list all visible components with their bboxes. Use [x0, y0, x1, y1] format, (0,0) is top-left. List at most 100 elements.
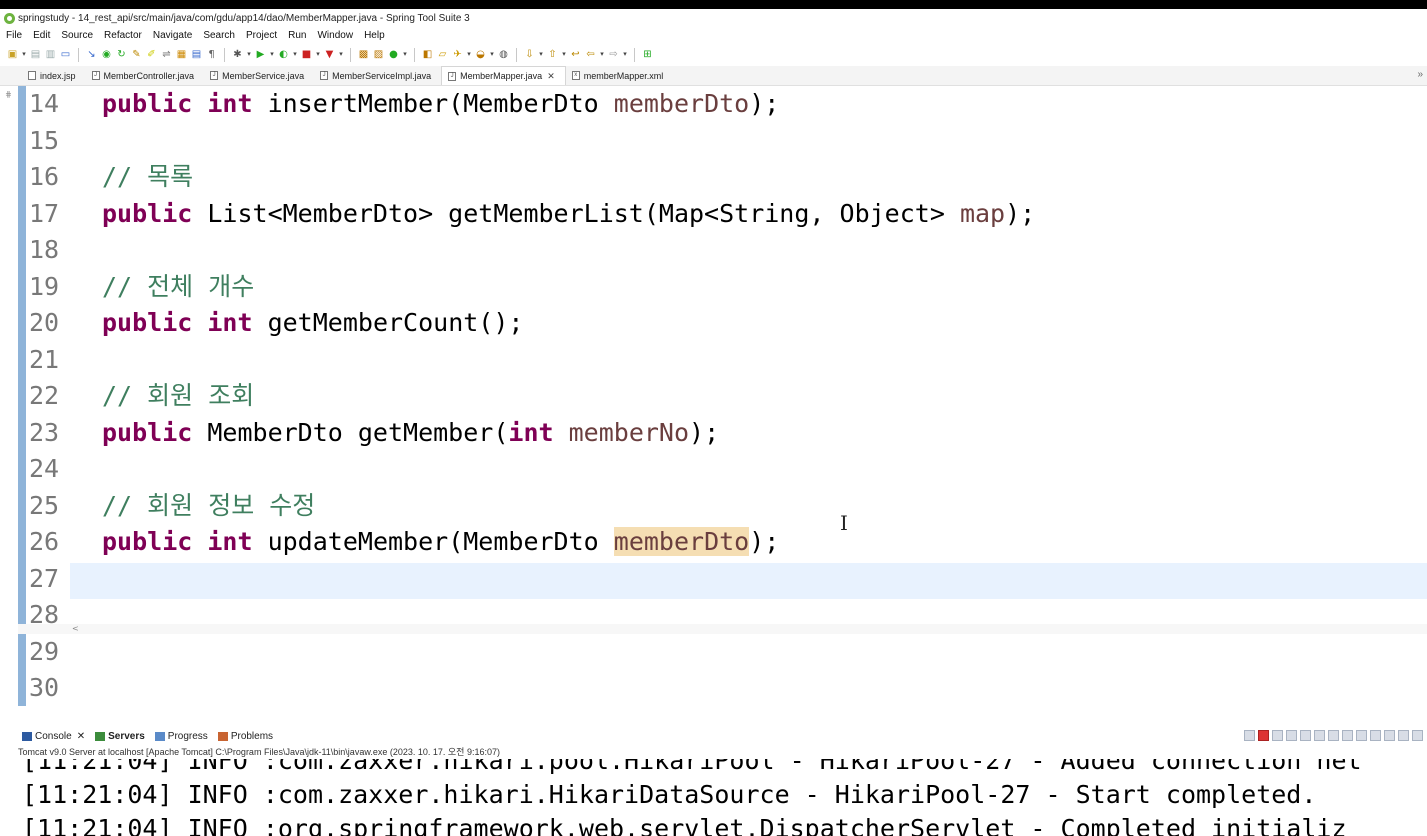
- save-all-icon[interactable]: ▥: [44, 48, 57, 61]
- scroll-lock-icon[interactable]: [1314, 730, 1325, 741]
- menu-item-project[interactable]: Project: [246, 30, 277, 41]
- jsp-file-icon: [28, 71, 36, 80]
- previous-annotation-icon[interactable]: ⇧: [546, 48, 559, 61]
- whitespace-icon[interactable]: ▤: [190, 48, 203, 61]
- minimize-icon[interactable]: [1412, 730, 1423, 741]
- code-line: 18: [0, 232, 1427, 268]
- run-dropdown-icon[interactable]: ▾: [269, 48, 275, 61]
- tab-problems[interactable]: Problems: [217, 731, 273, 742]
- new-package-icon[interactable]: ▨: [372, 48, 385, 61]
- debug-icon[interactable]: ✱: [231, 48, 244, 61]
- tabs-overflow-icon[interactable]: »: [1417, 69, 1423, 80]
- close-icon[interactable]: ✕: [547, 71, 555, 82]
- stop-dropdown-icon[interactable]: ▾: [315, 48, 321, 61]
- tab-membermapper-java[interactable]: J MemberMapper.java ✕: [441, 66, 566, 85]
- menu-item-refactor[interactable]: Refactor: [104, 30, 142, 41]
- terminate-icon[interactable]: [1258, 730, 1269, 741]
- code-token: insertMember(MemberDto: [252, 89, 614, 118]
- previous-annotation-dropdown-icon[interactable]: ▾: [561, 48, 567, 61]
- pin-icon[interactable]: ✎: [130, 48, 143, 61]
- keyword-token: public: [102, 198, 193, 228]
- keyword-token: public: [102, 417, 193, 447]
- last-edit-icon[interactable]: ↩: [569, 48, 582, 61]
- tab-index-jsp[interactable]: index.jsp: [22, 66, 86, 85]
- tab-memberserviceimpl-java[interactable]: J MemberServiceImpl.java: [314, 66, 441, 85]
- new-class-dropdown-icon[interactable]: ▾: [402, 48, 408, 61]
- title-bar: springstudy - 14_rest_api/src/main/java/…: [0, 9, 1427, 27]
- menu-item-edit[interactable]: Edit: [33, 30, 50, 41]
- open-type-icon[interactable]: ◧: [421, 48, 434, 61]
- mark-occurrences-icon[interactable]: ✐: [145, 48, 158, 61]
- close-icon[interactable]: ✕: [77, 731, 85, 742]
- new-dropdown-icon[interactable]: ▾: [21, 48, 27, 61]
- new-console-icon[interactable]: [1398, 730, 1409, 741]
- editor-horizontal-scrollbar[interactable]: <: [18, 624, 1427, 634]
- forward-icon[interactable]: ⇨: [607, 48, 620, 61]
- open-console-icon[interactable]: [1244, 730, 1255, 741]
- console-tab-bar: Console ✕ Servers Progress Problems: [18, 728, 1427, 745]
- menu-item-run[interactable]: Run: [288, 30, 306, 41]
- tab-console[interactable]: Console ✕: [22, 731, 85, 742]
- task-dropdown-icon[interactable]: ▾: [489, 48, 495, 61]
- console-output[interactable]: [11:21:04] INFO :com.zaxxer.hikari.pool.…: [0, 759, 1427, 836]
- remove-all-icon[interactable]: [1286, 730, 1297, 741]
- editor-tab-bar: index.jsp J MemberController.java J MemberSe…: [0, 66, 1427, 86]
- menu-item-navigate[interactable]: Navigate: [153, 30, 192, 41]
- word-wrap-icon[interactable]: ⇌: [160, 48, 173, 61]
- tab-progress[interactable]: Progress: [154, 731, 208, 742]
- external-dropdown-icon[interactable]: ▾: [292, 48, 298, 61]
- open-perspective-icon[interactable]: ⊞: [641, 48, 654, 61]
- debug-dropdown-icon[interactable]: ▾: [246, 48, 252, 61]
- open-folder-icon[interactable]: ▱: [436, 48, 449, 61]
- save-icon[interactable]: ▤: [29, 48, 42, 61]
- run-external-icon[interactable]: ◐: [277, 48, 290, 61]
- show-on-stderr-icon[interactable]: [1356, 730, 1367, 741]
- clear-console-icon[interactable]: [1300, 730, 1311, 741]
- scroll-left-icon[interactable]: <: [72, 624, 79, 633]
- display-console-icon[interactable]: [1384, 730, 1395, 741]
- tab-label: MemberService.java: [222, 70, 305, 81]
- print-icon[interactable]: ▭: [59, 48, 72, 61]
- run-icon[interactable]: ▶: [254, 48, 267, 61]
- tab-membermapper-xml[interactable]: x memberMapper.xml: [566, 66, 674, 85]
- new-icon[interactable]: ▣: [6, 48, 19, 61]
- menu-item-help[interactable]: Help: [364, 30, 385, 41]
- code-text: public List<MemberDto> getMemberList(Map…: [102, 196, 1035, 232]
- java-file-icon: J: [320, 71, 329, 80]
- menu-item-file[interactable]: File: [6, 30, 22, 41]
- new-class-icon[interactable]: ●: [387, 48, 400, 61]
- tab-servers[interactable]: Servers: [95, 731, 145, 742]
- code-editor[interactable]: ⋕ I 14 public int insertMember(MemberDto …: [0, 86, 1427, 710]
- deploy-icon[interactable]: ▼: [323, 48, 336, 61]
- search-dropdown-icon[interactable]: ▾: [466, 48, 472, 61]
- block-select-icon[interactable]: ▦: [175, 48, 188, 61]
- pilcrow-icon[interactable]: ¶: [205, 48, 218, 61]
- search-icon[interactable]: ✈: [451, 48, 464, 61]
- tab-membercontroller-java[interactable]: J MemberController.java: [86, 66, 205, 85]
- debug-stop-icon[interactable]: ◉: [100, 48, 113, 61]
- menu-item-source[interactable]: Source: [61, 30, 93, 41]
- word-wrap-console-icon[interactable]: [1328, 730, 1339, 741]
- next-annotation-icon[interactable]: ⇩: [523, 48, 536, 61]
- deploy-dropdown-icon[interactable]: ▾: [338, 48, 344, 61]
- back-icon[interactable]: ⇦: [584, 48, 597, 61]
- forward-dropdown-icon[interactable]: ▾: [622, 48, 628, 61]
- keyword-token: int: [508, 417, 554, 447]
- globe-icon[interactable]: ◍: [497, 48, 510, 61]
- pin-console-icon[interactable]: [1370, 730, 1381, 741]
- stop-server-icon[interactable]: ■: [300, 48, 313, 61]
- next-annotation-dropdown-icon[interactable]: ▾: [538, 48, 544, 61]
- new-java-project-icon[interactable]: ▩: [357, 48, 370, 61]
- tab-memberservice-java[interactable]: J MemberService.java: [204, 66, 314, 85]
- back-dropdown-icon[interactable]: ▾: [599, 48, 605, 61]
- code-token: );: [689, 417, 720, 447]
- menu-item-search[interactable]: Search: [203, 30, 235, 41]
- menu-item-window[interactable]: Window: [317, 30, 353, 41]
- skip-breakpoints-icon[interactable]: ↘: [85, 48, 98, 61]
- refresh-icon[interactable]: ↻: [115, 48, 128, 61]
- show-on-stdout-icon[interactable]: [1342, 730, 1353, 741]
- open-task-icon[interactable]: ◒: [474, 48, 487, 61]
- toolbar-separator: [414, 47, 415, 62]
- remove-launch-icon[interactable]: [1272, 730, 1283, 741]
